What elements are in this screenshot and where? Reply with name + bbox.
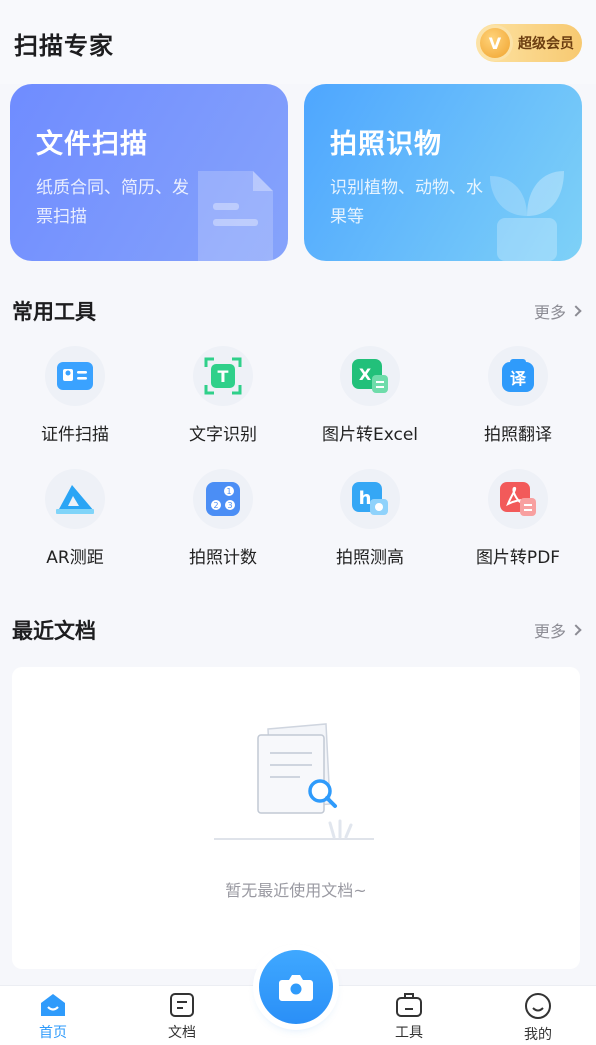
tool-photo-translate[interactable]: 译 拍照翻译 [444, 346, 592, 456]
document-icon [198, 171, 273, 261]
nav-tools-label: 工具 [395, 1025, 423, 1041]
recent-more-label: 更多 [533, 622, 566, 641]
document-icon [170, 993, 194, 1017]
camera-button[interactable] [259, 950, 333, 1024]
tool-photo-height-label: 拍照测高 [336, 548, 404, 568]
tool-text-recognition-label: 文字识别 [189, 425, 257, 445]
vip-crown-icon: V [480, 28, 510, 58]
svg-text:h: h [359, 488, 372, 509]
recent-documents-panel: 暂无最近使用文档~ [12, 667, 580, 969]
profile-icon [525, 993, 551, 1019]
camera-icon [279, 975, 313, 1001]
nav-profile-label: 我的 [524, 1027, 552, 1043]
photo-recognition-desc: 识别植物、动物、水果等 [330, 178, 483, 227]
tool-image-to-excel[interactable]: X 图片转Excel [296, 346, 444, 456]
nav-documents[interactable]: 文档 [142, 992, 222, 1042]
plant-icon [490, 171, 564, 261]
toolbox-icon [396, 993, 422, 1017]
tool-image-to-pdf-label: 图片转PDF [475, 548, 561, 568]
photo-recognition-title: 拍照识物 [330, 129, 442, 160]
nav-tools[interactable]: 工具 [369, 992, 449, 1042]
tool-ar-ruler-label: AR测距 [46, 548, 104, 568]
nav-home-label: 首页 [39, 1025, 67, 1041]
excel-icon: X [340, 346, 400, 406]
svg-text:X: X [359, 365, 372, 384]
file-scan-card[interactable]: 文件扫描 纸质合同、简历、发票扫描 [10, 84, 288, 261]
tool-image-to-pdf[interactable]: 图片转PDF [444, 469, 592, 579]
tool-id-scan[interactable]: 证件扫描 [1, 346, 149, 456]
tools-more-link[interactable]: 更多 [533, 299, 582, 323]
tool-id-scan-label: 证件扫描 [41, 425, 109, 445]
chevron-right-icon [570, 305, 582, 317]
nav-home[interactable]: 首页 [13, 992, 93, 1042]
height-icon: h [340, 469, 400, 529]
text-recognition-icon: T [193, 346, 253, 406]
app-header: 扫描专家 V 超级会员 [0, 0, 596, 84]
empty-documents-text: 暂无最近使用文档~ [225, 881, 367, 900]
tool-image-to-excel-label: 图片转Excel [321, 425, 419, 445]
tool-photo-count-label: 拍照计数 [189, 548, 257, 568]
recent-section-title: 最近文档 [12, 619, 96, 643]
translate-icon: 译 [488, 346, 548, 406]
tool-photo-count[interactable]: 123 拍照计数 [149, 469, 297, 579]
vip-label: 超级会员 [518, 36, 574, 52]
svg-text:T: T [218, 367, 229, 386]
photo-recognition-card[interactable]: 拍照识物 识别植物、动物、水果等 [304, 84, 582, 261]
home-icon [41, 994, 65, 1016]
app-title: 扫描专家 [14, 32, 114, 60]
file-scan-title: 文件扫描 [36, 129, 148, 160]
svg-text:1: 1 [226, 487, 231, 496]
vip-badge-button[interactable]: V 超级会员 [476, 24, 582, 62]
ruler-icon [45, 469, 105, 529]
tool-text-recognition[interactable]: T 文字识别 [149, 346, 297, 456]
svg-text:3: 3 [227, 501, 232, 510]
svg-text:2: 2 [213, 501, 218, 510]
nav-documents-label: 文档 [168, 1025, 196, 1041]
file-scan-desc: 纸质合同、简历、发票扫描 [36, 178, 189, 227]
tools-section-title: 常用工具 [12, 300, 96, 324]
tool-photo-height[interactable]: h 拍照测高 [296, 469, 444, 579]
tool-photo-translate-label: 拍照翻译 [484, 425, 552, 445]
tool-ar-ruler[interactable]: AR测距 [1, 469, 149, 579]
empty-documents-icon [214, 723, 374, 840]
chevron-right-icon [570, 624, 582, 636]
svg-text:译: 译 [510, 369, 527, 388]
id-card-icon [45, 346, 105, 406]
tools-more-label: 更多 [533, 303, 566, 322]
recent-more-link[interactable]: 更多 [533, 618, 582, 642]
count-icon: 123 [193, 469, 253, 529]
pdf-icon [488, 469, 548, 529]
nav-profile[interactable]: 我的 [498, 992, 578, 1044]
